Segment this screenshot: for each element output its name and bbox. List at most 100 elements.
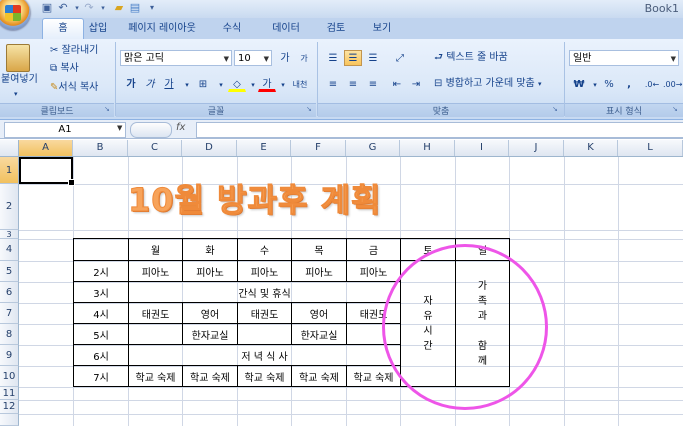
undo-icon[interactable]: ↶ — [56, 1, 70, 15]
row-header[interactable]: 1 — [0, 157, 19, 184]
phonetic-button[interactable]: 내천 — [288, 76, 312, 92]
font-name-combo[interactable]: 맑은 고딕 ▼ — [120, 50, 232, 66]
row-header[interactable]: 11 — [0, 387, 19, 400]
number-launcher-icon[interactable]: ↘ — [672, 105, 680, 113]
merge-center-button[interactable]: ⊟ 병합하고 가운데 맞춤 ▾ — [434, 76, 541, 92]
day-header[interactable]: 목 — [291, 238, 347, 261]
merged-cell[interactable]: 저 녁 식 사 — [128, 344, 401, 366]
orientation-button[interactable]: ⤢ — [388, 50, 412, 66]
open-icon[interactable]: ▰ — [112, 1, 126, 15]
formula-expand-handle[interactable] — [130, 122, 172, 138]
name-box-dropdown-icon[interactable]: ▼ — [117, 124, 122, 132]
row-header[interactable]: 8 — [0, 324, 19, 345]
underline-button[interactable]: 가 — [160, 76, 178, 92]
comma-button[interactable]: , — [620, 76, 638, 92]
table-cell[interactable]: 학교 숙제 — [237, 365, 292, 387]
number-format-combo[interactable]: 일반 ▼ — [569, 50, 679, 66]
table-cell[interactable]: 영어 — [291, 302, 347, 324]
format-painter-button[interactable]: ✎서식 복사 — [50, 80, 98, 96]
column-header[interactable]: B — [73, 140, 128, 156]
paste-dropdown-icon[interactable]: ▾ — [14, 86, 18, 102]
cut-button[interactable]: ✂ 잘라내기 — [50, 43, 98, 59]
table-cell[interactable]: 피아노 — [128, 260, 183, 282]
period-cell[interactable]: 2시 — [73, 260, 129, 282]
column-header[interactable]: F — [291, 140, 346, 156]
column-header[interactable]: G — [346, 140, 400, 156]
table-cell[interactable]: 학교 숙제 — [128, 365, 183, 387]
table-cell[interactable]: 학교 숙제 — [182, 365, 238, 387]
day-header[interactable]: 월 — [128, 238, 183, 261]
row-header[interactable]: 12 — [0, 400, 19, 414]
table-cell[interactable]: 영어 — [182, 302, 238, 324]
table-cell[interactable]: 한자교실 — [182, 323, 238, 345]
align-left-button[interactable]: ≡ — [324, 76, 342, 92]
table-cell[interactable]: 한자교실 — [291, 323, 347, 345]
save-icon[interactable]: ▣ — [40, 1, 54, 15]
align-top-button[interactable]: ☰ — [324, 50, 342, 66]
paste-icon[interactable] — [6, 44, 30, 72]
sheet-title-wordart[interactable]: 10월 방과후 계획 — [127, 180, 381, 220]
row-header[interactable] — [0, 414, 19, 426]
column-header[interactable]: C — [128, 140, 182, 156]
period-cell[interactable]: 4시 — [73, 302, 129, 324]
column-header[interactable]: J — [509, 140, 564, 156]
border-button[interactable]: ⊞ — [194, 76, 212, 92]
align-middle-button[interactable]: ☰ — [344, 50, 362, 66]
name-box[interactable]: A1 — [4, 122, 126, 138]
decrease-decimal-button[interactable]: .00→ — [662, 76, 682, 92]
row-header[interactable]: 10 — [0, 366, 19, 387]
redo-icon[interactable]: ↷ — [82, 1, 96, 15]
row-header[interactable]: 3 — [0, 230, 19, 239]
table-cell[interactable]: 피아노 — [237, 260, 292, 282]
alignment-launcher-icon[interactable]: ↘ — [552, 105, 560, 113]
font-size-combo[interactable]: 10 ▼ — [234, 50, 272, 66]
align-center-button[interactable]: ≡ — [344, 76, 362, 92]
italic-button[interactable]: 가 — [141, 76, 159, 92]
day-header[interactable]: 화 — [182, 238, 238, 261]
period-cell[interactable]: 6시 — [73, 344, 129, 366]
redo-dropdown-icon[interactable]: ▾ — [96, 1, 110, 15]
table-cell[interactable] — [128, 323, 183, 345]
copy-button[interactable]: ⧉ 복사 — [50, 61, 79, 77]
day-header[interactable]: 수 — [237, 238, 292, 261]
qat-customize-icon[interactable]: ▾ — [145, 1, 159, 15]
column-header[interactable]: D — [182, 140, 237, 156]
formula-input[interactable] — [196, 122, 683, 138]
table-cell[interactable]: 피아노 — [182, 260, 238, 282]
tab-page-layout[interactable]: 페이지 레이아웃 — [116, 19, 208, 38]
row-header[interactable]: 2 — [0, 184, 19, 230]
column-header[interactable]: I — [455, 140, 509, 156]
align-right-button[interactable]: ≡ — [364, 76, 382, 92]
increase-decimal-button[interactable]: .0← — [642, 76, 662, 92]
row-header[interactable]: 9 — [0, 345, 19, 366]
table-cell[interactable]: 태권도 — [128, 302, 183, 324]
align-bottom-button[interactable]: ☰ — [364, 50, 382, 66]
percent-button[interactable]: % — [600, 76, 618, 92]
tab-home[interactable]: 홈 — [42, 18, 84, 40]
table-cell[interactable]: 피아노 — [291, 260, 347, 282]
tab-review[interactable]: 검토 — [318, 19, 354, 38]
column-header[interactable]: K — [564, 140, 618, 156]
grow-font-button[interactable]: 가 — [276, 50, 294, 66]
table-cell[interactable]: 태권도 — [237, 302, 292, 324]
tab-formulas[interactable]: 수식 — [212, 19, 252, 38]
table-cell[interactable]: 피아노 — [346, 260, 401, 282]
tab-data[interactable]: 데이터 — [262, 19, 310, 38]
column-header[interactable]: E — [237, 140, 291, 156]
increase-indent-button[interactable]: ⇥ — [407, 76, 425, 92]
table-cell[interactable]: 학교 숙제 — [291, 365, 347, 387]
paste-button[interactable]: 붙여넣기 — [1, 72, 38, 88]
print-icon[interactable]: ▤ — [128, 1, 142, 15]
wrap-text-button[interactable]: ⮐ 텍스트 줄 바꿈 — [434, 50, 508, 66]
row-header[interactable]: 4 — [0, 239, 19, 261]
period-cell[interactable]: 5시 — [73, 323, 129, 345]
tab-insert[interactable]: 삽입 — [82, 19, 114, 38]
tab-view[interactable]: 보기 — [364, 19, 400, 38]
column-header[interactable]: H — [400, 140, 455, 156]
table-cell[interactable] — [237, 323, 292, 345]
column-header[interactable]: L — [618, 140, 683, 156]
row-header[interactable]: 7 — [0, 303, 19, 324]
active-cell-a1[interactable] — [19, 157, 75, 186]
merged-cell[interactable]: 간식 및 휴식 — [128, 281, 401, 303]
insert-function-icon[interactable]: fx — [176, 122, 185, 133]
